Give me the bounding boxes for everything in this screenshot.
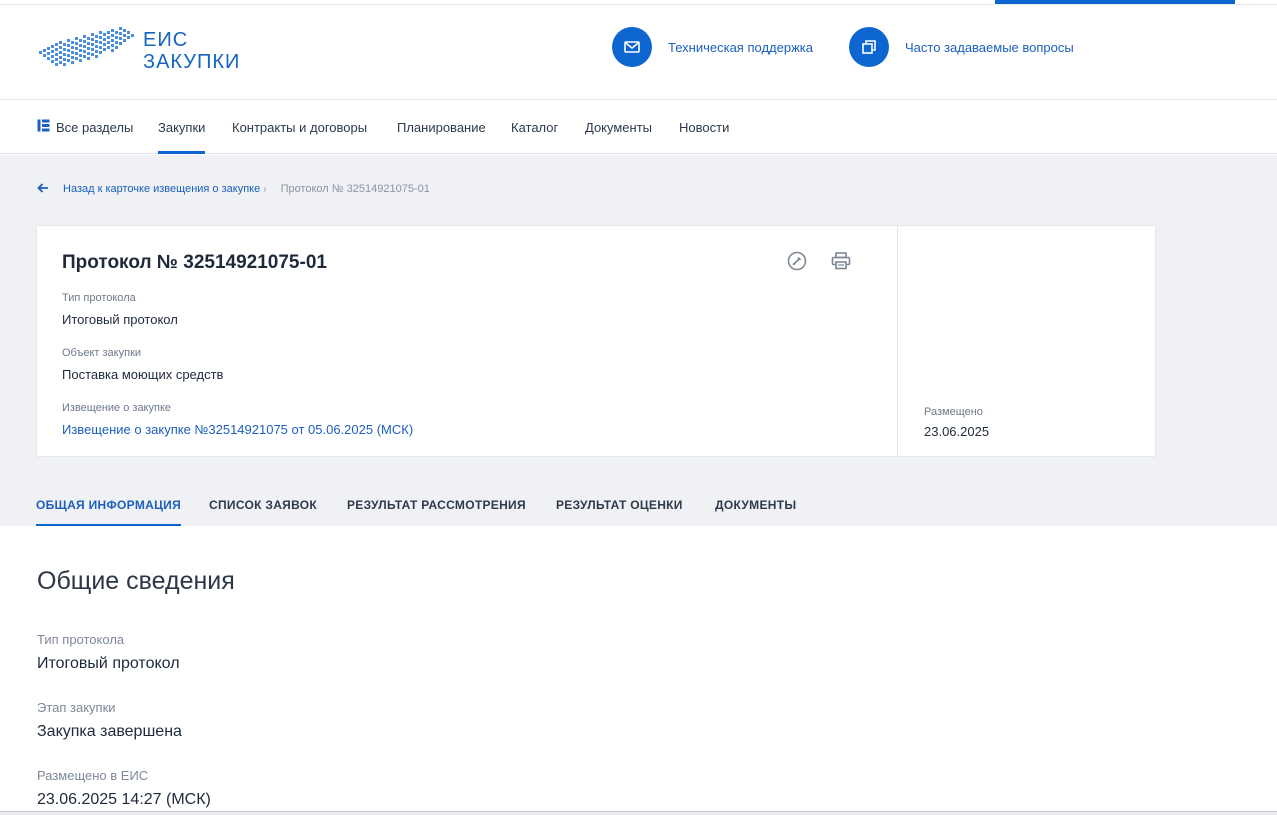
protocol-card: Протокол № 32514921075-01 Тип протокола … (36, 225, 1156, 457)
placed-value: 23.06.2025 (924, 424, 990, 439)
protocol-card-main: Протокол № 32514921075-01 Тип протокола … (37, 226, 897, 456)
info-protocol-type-value: Итоговый протокол (37, 655, 180, 672)
nav-label: Планирование (397, 119, 486, 135)
nav-label: Все разделы (56, 119, 134, 135)
tab-documents[interactable]: ДОКУМЕНТЫ (715, 486, 796, 526)
arrow-left-icon[interactable] (37, 182, 49, 196)
info-stage-label: Этап закупки (37, 700, 116, 715)
faq-label: Часто задаваемые вопросы (905, 39, 1074, 55)
window-bottom-edge (0, 811, 1277, 815)
main-nav: Все разделы Закупки Контракты и договоры… (0, 100, 1277, 154)
faq-link[interactable]: Часто задаваемые вопросы (849, 27, 1074, 67)
logo-text: ЕИС ЗАКУПКИ (143, 29, 240, 73)
tech-support-link[interactable]: Техническая поддержка (612, 27, 813, 67)
protocol-tabs: ОБЩАЯ ИНФОРМАЦИЯ СПИСОК ЗАЯВОК РЕЗУЛЬТАТ… (0, 486, 1277, 526)
logo-line-eis: ЕИС (143, 29, 189, 51)
breadcrumb: Назад к карточке извещения о закупке › П… (37, 182, 430, 196)
notice-label: Извещение о закупке (62, 402, 172, 414)
tab-label: ДОКУМЕНТЫ (715, 498, 797, 512)
placed-label: Размещено (924, 406, 983, 418)
sections-icon (37, 119, 50, 135)
tab-label: РЕЗУЛЬТАТ ОЦЕНКИ (556, 498, 683, 512)
protocol-title: Протокол № 32514921075-01 (62, 252, 327, 273)
nav-label: Документы (585, 119, 653, 135)
tab-applications-list[interactable]: СПИСОК ЗАЯВОК (209, 486, 317, 526)
site-header: ЕИС ЗАКУПКИ Техническая поддержка Часто … (0, 5, 1277, 100)
breadcrumb-current: Протокол № 32514921075-01 (280, 183, 430, 195)
nav-label: Закупки (158, 119, 206, 135)
nav-label: Каталог (511, 119, 559, 135)
print-icon[interactable] (830, 250, 852, 272)
purchase-object-label: Объект закупки (62, 347, 142, 359)
signature-icon[interactable] (786, 250, 808, 272)
nav-label: Новости (679, 119, 730, 135)
nav-planning[interactable]: Планирование (397, 100, 486, 154)
notice-link[interactable]: Извещение о закупке №32514921075 от 05.0… (62, 422, 413, 437)
protocol-card-side: Размещено 23.06.2025 (897, 226, 1155, 456)
tab-label: РЕЗУЛЬТАТ РАССМОТРЕНИЯ (347, 498, 526, 512)
russia-map-logo-icon (39, 27, 134, 66)
protocol-type-label: Тип протокола (62, 292, 136, 304)
nav-documents[interactable]: Документы (585, 100, 652, 154)
tech-support-label: Техническая поддержка (668, 39, 813, 55)
info-protocol-type-label: Тип протокола (37, 632, 125, 647)
tab-evaluation-result[interactable]: РЕЗУЛЬТАТ ОЦЕНКИ (556, 486, 683, 526)
info-stage-value: Закупка завершена (37, 723, 182, 740)
mail-icon (612, 27, 652, 67)
chevron-right-icon: › (263, 183, 267, 195)
nav-catalog[interactable]: Каталог (511, 100, 558, 154)
info-placed-value: 23.06.2025 14:27 (МСК) (37, 791, 211, 808)
tab-review-result[interactable]: РЕЗУЛЬТАТ РАССМОТРЕНИЯ (347, 486, 526, 526)
info-placed-label: Размещено в ЕИС (37, 768, 149, 783)
protocol-type-value: Итоговый протокол (62, 312, 178, 327)
section-title: Общие сведения (37, 567, 235, 595)
nav-contracts[interactable]: Контракты и договоры (232, 100, 367, 154)
purchase-object-value: Поставка моющих средств (62, 367, 224, 382)
logo-line-zakupki: ЗАКУПКИ (143, 51, 241, 73)
nav-label: Контракты и договоры (232, 119, 368, 135)
nav-zakupki[interactable]: Закупки (158, 100, 206, 154)
tab-label: ОБЩАЯ ИНФОРМАЦИЯ (36, 498, 182, 512)
back-to-notice-link[interactable]: Назад к карточке извещения о закупке (63, 183, 260, 195)
nav-news[interactable]: Новости (679, 100, 729, 154)
nav-all-sections[interactable]: Все разделы (37, 100, 133, 154)
tab-general-info[interactable]: ОБЩАЯ ИНФОРМАЦИЯ (36, 486, 182, 526)
copy-icon (849, 27, 889, 67)
tab-label: СПИСОК ЗАЯВОК (209, 498, 318, 512)
eis-logo[interactable]: ЕИС ЗАКУПКИ (37, 25, 247, 77)
